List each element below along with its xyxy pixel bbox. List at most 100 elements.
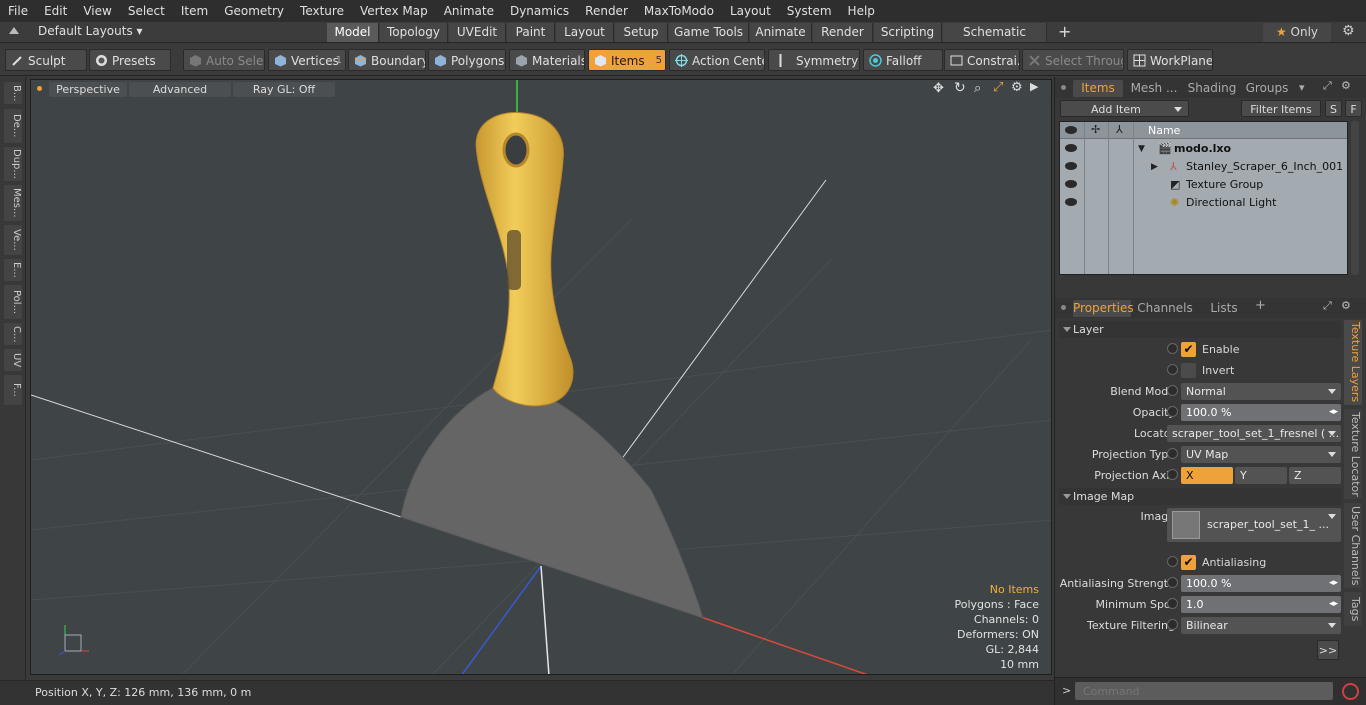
projection-type-dropdown[interactable]: UV Map: [1181, 446, 1341, 463]
menu-item[interactable]: Item: [173, 0, 216, 22]
texture-filtering-anim-dot[interactable]: [1167, 619, 1178, 630]
menu-geometry[interactable]: Geometry: [216, 0, 292, 22]
record-icon[interactable]: [1342, 683, 1359, 700]
min-spot-field[interactable]: 1.0 ◂▸: [1181, 596, 1341, 613]
zoom-view-icon[interactable]: ⌕: [974, 81, 981, 96]
items-button[interactable]: Items 5: [588, 49, 666, 71]
select-through-button[interactable]: Select Through: [1022, 49, 1124, 71]
menu-layout[interactable]: Layout: [722, 0, 779, 22]
tab-schematic-fusion[interactable]: Schematic Fusion: [943, 23, 1047, 58]
expand-arrow-icon[interactable]: ▶: [1151, 158, 1158, 176]
antialiasing-anim-dot[interactable]: [1167, 556, 1178, 567]
left-tab-uv[interactable]: UV: [4, 349, 22, 371]
menu-maxtomodo[interactable]: MaxToModo: [636, 0, 722, 22]
item-list-scrollbar[interactable]: [1351, 121, 1359, 275]
axis-y-button[interactable]: Y: [1235, 467, 1287, 484]
slider-arrows-icon[interactable]: ◂▸: [1329, 404, 1338, 421]
tab-scripting[interactable]: Scripting: [874, 23, 942, 42]
sculpt-button[interactable]: Sculpt: [5, 49, 87, 71]
menu-texture[interactable]: Texture: [292, 0, 352, 22]
name-column-header[interactable]: Name: [1148, 124, 1180, 137]
side-tab-texture-locator[interactable]: Texture Locator: [1344, 409, 1362, 499]
menu-animate[interactable]: Animate: [436, 0, 502, 22]
left-tab-polygon[interactable]: Pol...: [4, 285, 22, 319]
panel-gear-icon[interactable]: ⚙: [1341, 299, 1351, 312]
projection-axis-anim-dot[interactable]: [1167, 469, 1178, 480]
tab-properties[interactable]: Properties: [1073, 300, 1134, 317]
tab-paint[interactable]: Paint: [507, 23, 555, 42]
axis-z-button[interactable]: Z: [1289, 467, 1341, 484]
axis-x-button[interactable]: X: [1181, 467, 1233, 484]
perspective-button[interactable]: Perspective: [49, 82, 127, 97]
vertices-button[interactable]: Vertices 1: [268, 49, 346, 71]
maximize-view-icon[interactable]: ⤢: [993, 80, 1003, 95]
polygons-button[interactable]: Polygons: [428, 49, 506, 71]
aa-strength-field[interactable]: 100.0 % ◂▸: [1181, 575, 1341, 592]
panel-popout-icon[interactable]: ⤢: [1323, 299, 1332, 313]
symmetry-button[interactable]: Symmetry: [768, 49, 860, 71]
opacity-field[interactable]: 100.0 % ◂▸: [1181, 404, 1341, 421]
min-spot-anim-dot[interactable]: [1167, 598, 1178, 609]
visibility-eye-icon[interactable]: [1065, 180, 1077, 188]
add-item-button[interactable]: Add Item: [1060, 100, 1189, 117]
invert-checkbox[interactable]: [1181, 363, 1196, 378]
panel-popout-icon[interactable]: ⤢: [1323, 79, 1332, 93]
visibility-header-icon[interactable]: [1065, 126, 1077, 134]
more-button[interactable]: >>: [1317, 640, 1339, 660]
panel-dot-icon[interactable]: [1061, 85, 1066, 90]
tab-channels[interactable]: Channels: [1135, 300, 1195, 317]
opacity-anim-dot[interactable]: [1167, 406, 1178, 417]
rotate-view-icon[interactable]: ↻: [954, 80, 966, 96]
tab-topology[interactable]: Topology: [380, 23, 448, 42]
enable-checkbox[interactable]: ✔: [1181, 342, 1196, 357]
f-button[interactable]: F: [1345, 100, 1362, 117]
lock-header-icon[interactable]: ✢: [1091, 123, 1100, 136]
advanced-button[interactable]: Advanced: [129, 82, 231, 97]
item-row-texture-group[interactable]: ◩ Texture Group: [1060, 176, 1347, 194]
viewport-expand-icon[interactable]: ▶: [1030, 80, 1038, 93]
menu-file[interactable]: File: [0, 0, 36, 22]
blend-mode-dropdown[interactable]: Normal: [1181, 383, 1341, 400]
item-row-scene[interactable]: ▼ 🎬 modo.lxo: [1060, 140, 1347, 158]
tab-animate[interactable]: Animate: [750, 23, 812, 42]
3d-viewport[interactable]: Perspective Advanced Ray GL: Off ✥ ↻ ⌕ ⤢…: [30, 79, 1052, 675]
locator-dropdown[interactable]: scraper_tool_set_1_fresnel ( ...: [1167, 425, 1341, 442]
tab-shading[interactable]: Shading: [1185, 80, 1239, 97]
visibility-eye-icon[interactable]: [1065, 198, 1077, 206]
filter-items-button[interactable]: Filter Items: [1241, 100, 1321, 117]
panel-gear-icon[interactable]: ⚙: [1341, 79, 1351, 92]
layout-menu-icon[interactable]: [9, 27, 19, 34]
slider-arrows-icon[interactable]: ◂▸: [1329, 596, 1338, 613]
default-layouts-dropdown[interactable]: Default Layouts ▾: [38, 24, 143, 38]
side-tab-texture-layers[interactable]: Texture Layers: [1344, 320, 1362, 405]
workplane-button[interactable]: WorkPlane: [1127, 49, 1213, 71]
menu-help[interactable]: Help: [840, 0, 883, 22]
left-tab-deform[interactable]: De...: [4, 109, 22, 143]
antialiasing-checkbox[interactable]: ✔: [1181, 555, 1196, 570]
left-tab-basic[interactable]: B...: [4, 82, 22, 104]
panel-dot-icon[interactable]: [1061, 305, 1066, 310]
tab-setup[interactable]: Setup: [615, 23, 668, 42]
menu-select[interactable]: Select: [120, 0, 173, 22]
aa-strength-anim-dot[interactable]: [1167, 577, 1178, 588]
layer-section[interactable]: Layer: [1059, 321, 1341, 338]
s-button[interactable]: S: [1325, 100, 1342, 117]
left-tab-fusion[interactable]: F...: [4, 375, 22, 405]
tab-groups[interactable]: Groups: [1241, 80, 1293, 97]
item-row-mesh[interactable]: ▶ ⅄ Stanley_Scraper_6_Inch_001: [1060, 158, 1347, 176]
projection-type-anim-dot[interactable]: [1167, 448, 1178, 459]
boundary-button[interactable]: Boundary: [348, 49, 426, 71]
image-map-section[interactable]: Image Map: [1059, 488, 1341, 505]
gear-icon[interactable]: ⚙: [1342, 23, 1355, 39]
raygl-button[interactable]: Ray GL: Off: [233, 82, 335, 97]
menu-view[interactable]: View: [75, 0, 119, 22]
tab-layout[interactable]: Layout: [556, 23, 614, 42]
move-view-icon[interactable]: ✥: [933, 81, 944, 96]
invert-anim-dot[interactable]: [1167, 364, 1178, 375]
axis-header-icon[interactable]: ⅄: [1116, 123, 1123, 136]
viewport-settings-icon[interactable]: ⚙: [1011, 80, 1023, 95]
menu-dynamics[interactable]: Dynamics: [502, 0, 577, 22]
tab-game-tools[interactable]: Game Tools: [669, 23, 749, 42]
visibility-eye-icon[interactable]: [1065, 144, 1077, 152]
add-tab-icon[interactable]: +: [1255, 298, 1266, 313]
